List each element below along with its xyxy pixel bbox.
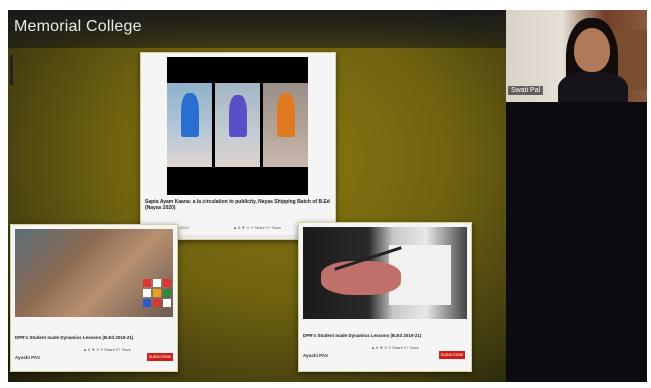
presenter-webcam: Swati Pal — [506, 10, 647, 102]
subscribe-button[interactable]: SUBSCRIBE — [439, 351, 465, 359]
dancer-figure — [277, 93, 295, 137]
video-title-text[interactable]: DPR's Student made Dynamics Lessons (B.E… — [15, 335, 201, 341]
video-thumbnail-2[interactable] — [15, 229, 173, 317]
video-thumbnail-1[interactable] — [167, 57, 308, 195]
presenter-name-label: Swati Pal — [508, 86, 544, 95]
shared-screen: Sapta Ayam Kaana: a la circulation to pu… — [8, 10, 506, 382]
video-card-3[interactable]: DPR's Student made Dynamics Lessons (B.E… — [298, 222, 472, 372]
channel-name[interactable]: Ayushi PAX — [303, 353, 328, 358]
video-actions[interactable]: ▲ 8 ▼ 0 ↗ Share ≡+ Save — [233, 225, 281, 230]
video-thumbnail-3[interactable] — [303, 227, 467, 319]
video-card-1[interactable]: Sapta Ayam Kaana: a la circulation to pu… — [140, 52, 336, 240]
video-title-text[interactable]: DPR's Student made Dynamics Lessons (B.E… — [303, 333, 489, 339]
participants-panel — [506, 102, 647, 382]
video-title-text[interactable]: Sapta Ayam Kaana: a la circulation to pu… — [145, 199, 331, 211]
video-actions[interactable]: ▲ 8 ▼ 0 ↗ Share ≡+ Save — [83, 347, 131, 352]
color-swatches — [143, 279, 171, 309]
subscribe-button[interactable]: SUBSCRIBE — [147, 353, 173, 361]
presenter-face — [574, 28, 610, 72]
video-card-2[interactable]: DPR's Student made Dynamics Lessons (B.E… — [10, 224, 178, 372]
video-frame[interactable]: Sapta Ayam Kaana: a la circulation to pu… — [8, 10, 647, 382]
dancer-figure — [229, 95, 247, 137]
dancer-figure — [181, 93, 199, 137]
writing-hand — [321, 261, 401, 295]
video-title[interactable]: Memorial College — [14, 18, 142, 36]
video-actions[interactable]: ▲ 8 ▼ 0 ↗ Share ≡+ Save — [371, 345, 419, 350]
screen-edge-marker — [10, 55, 13, 85]
presenter-body — [558, 72, 628, 102]
channel-name[interactable]: Ayushi PAX — [15, 355, 40, 360]
